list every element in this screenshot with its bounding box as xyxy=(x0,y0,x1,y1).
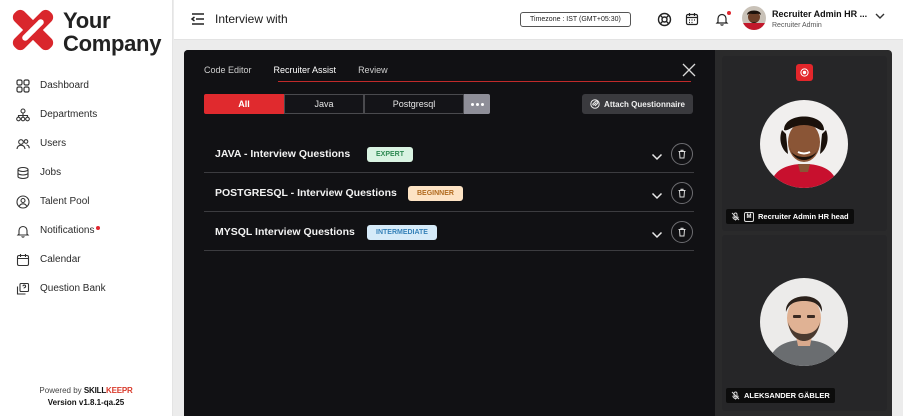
brand-skill: SKILL xyxy=(83,386,107,395)
calendar-icon xyxy=(15,252,30,267)
timezone-badge: Timezone : IST (GMT+05:30) xyxy=(520,12,631,27)
participant-avatar xyxy=(760,100,848,188)
user-role: Recruiter Admin xyxy=(772,22,822,29)
video-tile[interactable]: ALEKSANDER GÄBLER xyxy=(722,235,887,411)
trash-icon xyxy=(678,149,686,159)
questionnaire-title: POSTGRESQL - Interview Questions xyxy=(215,187,397,199)
version-label: Version v1.8.1-qa.25 xyxy=(47,398,125,407)
powered-by-label: Powered by xyxy=(39,386,82,395)
more-icon xyxy=(470,102,484,106)
sidebar-item-question-bank[interactable]: Question Bank xyxy=(0,274,172,303)
tab-review[interactable]: Review xyxy=(358,65,388,81)
chevron-down-icon[interactable] xyxy=(651,149,663,161)
attach-questionnaire-button[interactable]: Attach Questionnaire xyxy=(582,94,693,114)
tab-divider xyxy=(278,81,691,82)
sidebar-item-departments[interactable]: Departments xyxy=(0,100,172,129)
delete-button[interactable] xyxy=(671,143,693,165)
question-bank-icon xyxy=(15,281,30,296)
calendar-icon[interactable] xyxy=(684,11,700,27)
bell-icon xyxy=(15,223,30,238)
brand-keepr: KEEPR xyxy=(106,386,133,395)
delete-button[interactable] xyxy=(671,221,693,243)
questionnaire-row[interactable]: MYSQL Interview Questions INTERMEDIATE xyxy=(204,212,694,251)
sidebar-item-users[interactable]: Users xyxy=(0,129,172,158)
attach-icon xyxy=(590,99,600,109)
level-badge: BEGINNER xyxy=(408,186,463,201)
logo-text: Your Company xyxy=(63,9,161,55)
panel-tabs: Code Editor Recruiter Assist Review xyxy=(204,65,410,81)
sidebar-item-talent-pool[interactable]: Talent Pool xyxy=(0,187,172,216)
participant-avatar xyxy=(760,278,848,366)
close-icon[interactable] xyxy=(682,63,696,77)
mic-off-icon xyxy=(731,212,740,221)
participant-name-tag: M Recruiter Admin HR head xyxy=(726,209,854,224)
logo-mark-icon xyxy=(12,9,54,51)
logo-line2: Company xyxy=(63,31,162,56)
powered-by: Powered by SKILLKEEPR xyxy=(0,386,172,395)
sidebar-item-label: Question Bank xyxy=(40,283,106,294)
record-button[interactable] xyxy=(796,64,813,81)
sidebar-item-label: Users xyxy=(40,138,67,149)
video-tile[interactable]: M Recruiter Admin HR head xyxy=(722,56,887,231)
participant-name-tag: ALEKSANDER GÄBLER xyxy=(726,388,835,403)
notification-dot xyxy=(96,225,101,230)
sidebar: Your Company Dashboard Departments Users xyxy=(0,0,173,416)
sidebar-item-label: Notifications xyxy=(40,225,95,236)
users-icon xyxy=(15,136,30,151)
level-badge: INTERMEDIATE xyxy=(367,225,437,240)
mic-off-icon xyxy=(731,391,740,400)
chevron-down-icon[interactable] xyxy=(651,188,663,200)
jobs-icon xyxy=(15,165,30,180)
notification-dot xyxy=(727,11,731,15)
language-filter: All Java Postgresql xyxy=(204,94,490,114)
talent-pool-icon xyxy=(15,194,30,209)
sidebar-item-notifications[interactable]: Notifications xyxy=(0,216,172,245)
record-icon xyxy=(800,68,809,77)
questionnaire-title: MYSQL Interview Questions xyxy=(215,226,355,238)
sidebar-item-label: Dashboard xyxy=(40,80,89,91)
trash-icon xyxy=(678,227,686,237)
filter-all[interactable]: All xyxy=(204,94,284,114)
chevron-down-icon[interactable] xyxy=(651,227,663,239)
questionnaire-row[interactable]: JAVA - Interview Questions EXPERT xyxy=(204,134,694,173)
sidebar-item-calendar[interactable]: Calendar xyxy=(0,245,172,274)
delete-button[interactable] xyxy=(671,182,693,204)
page-title: Interview with xyxy=(215,12,288,26)
filter-postgresql[interactable]: Postgresql xyxy=(364,94,464,114)
sidebar-item-label: Departments xyxy=(40,109,98,120)
attach-label: Attach Questionnaire xyxy=(604,99,685,109)
support-icon[interactable] xyxy=(656,11,672,27)
sidebar-item-jobs[interactable]: Jobs xyxy=(0,158,172,187)
moderator-badge: M xyxy=(744,211,754,222)
trash-icon xyxy=(678,188,686,198)
user-name[interactable]: Recruiter Admin HR ... xyxy=(772,9,867,19)
tab-recruiter-assist[interactable]: Recruiter Assist xyxy=(274,65,337,81)
participant-name: Recruiter Admin HR head xyxy=(758,212,849,221)
top-header: Interview with Timezone : IST (GMT+05:30… xyxy=(174,0,903,40)
more-filters-button[interactable] xyxy=(464,94,490,114)
dashboard-icon xyxy=(15,78,30,93)
avatar[interactable] xyxy=(742,6,766,30)
sidebar-item-label: Calendar xyxy=(40,254,81,265)
sidebar-item-label: Jobs xyxy=(40,167,62,178)
chevron-down-icon[interactable] xyxy=(874,9,886,21)
level-badge: EXPERT xyxy=(367,147,414,162)
filter-java[interactable]: Java xyxy=(284,94,364,114)
questionnaire-title: JAVA - Interview Questions xyxy=(215,148,351,160)
logo-line1: Your xyxy=(63,8,111,33)
sidebar-item-label: Talent Pool xyxy=(40,196,90,207)
skillkeepr-brand: SKILLKEEPR xyxy=(84,386,133,395)
tab-code-editor[interactable]: Code Editor xyxy=(204,65,252,81)
sidebar-nav: Dashboard Departments Users Jobs Talent … xyxy=(0,71,172,303)
questionnaire-list: JAVA - Interview Questions EXPERT POSTGR… xyxy=(204,134,694,251)
company-logo[interactable]: Your Company xyxy=(8,7,168,55)
sidebar-item-dashboard[interactable]: Dashboard xyxy=(0,71,172,100)
recruiter-assist-panel: Code Editor Recruiter Assist Review All … xyxy=(184,50,715,416)
questionnaire-row[interactable]: POSTGRESQL - Interview Questions BEGINNE… xyxy=(204,173,694,212)
collapse-menu-icon[interactable] xyxy=(190,11,206,27)
participant-name: ALEKSANDER GÄBLER xyxy=(744,391,830,400)
departments-icon xyxy=(15,107,30,122)
